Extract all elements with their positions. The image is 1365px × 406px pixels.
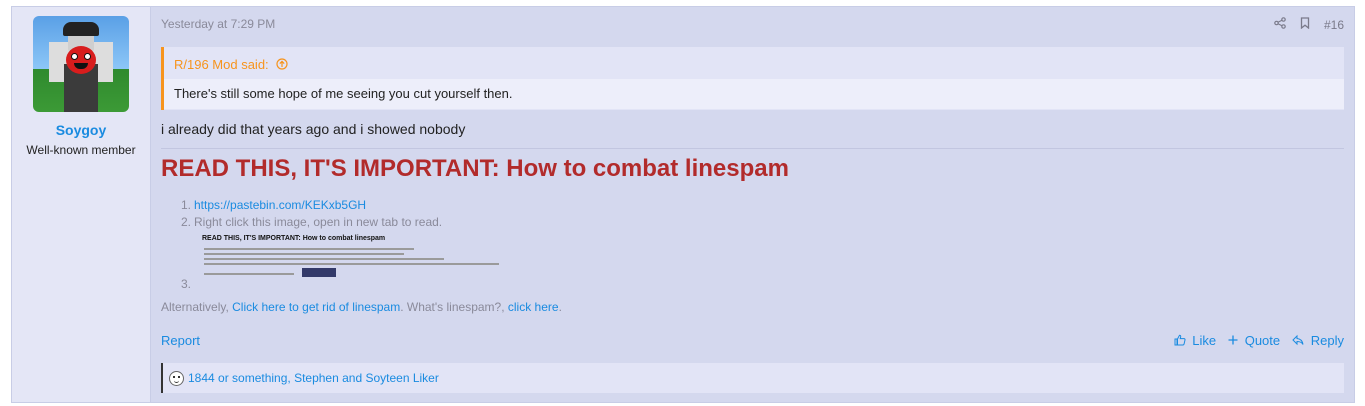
username[interactable]: Soygoy	[56, 122, 107, 138]
message-actions: Like Quote Reply	[1174, 333, 1344, 348]
image-button	[302, 268, 336, 277]
image-text-line	[204, 263, 499, 265]
share-icon[interactable]	[1274, 17, 1286, 32]
page: Soygoy Well-known member Yesterday at 7:…	[0, 0, 1365, 406]
list-item: 2. Right click this image, open in new ta…	[175, 215, 442, 232]
like-button[interactable]: Like	[1174, 333, 1216, 348]
signature-image-title: READ THIS, IT'S IMPORTANT: How to combat…	[202, 235, 386, 242]
user-title: Well-known member	[26, 143, 136, 157]
signature-image[interactable]: READ THIS, IT'S IMPORTANT: How to combat…	[202, 235, 502, 281]
reply-button[interactable]: Reply	[1292, 333, 1344, 348]
image-text-line	[204, 253, 404, 255]
message-main: Yesterday at 7:29 PM #16 R/196 Mod said:	[151, 7, 1354, 402]
signature-divider	[161, 148, 1344, 149]
avatar-hat	[63, 22, 99, 36]
bookmark-icon[interactable]	[1300, 17, 1310, 32]
user-column: Soygoy Well-known member	[12, 7, 151, 402]
quote-button[interactable]: Quote	[1228, 333, 1280, 348]
attribution-actions: #16	[1274, 17, 1344, 32]
reaction-face-icon	[169, 370, 184, 386]
report-button[interactable]: Report	[161, 333, 200, 348]
arrow-up-circle-icon[interactable]	[276, 57, 288, 72]
avatar-apple	[66, 46, 96, 74]
plus-icon	[1228, 333, 1242, 348]
image-text-line	[204, 258, 444, 260]
message-post: Soygoy Well-known member Yesterday at 7:…	[11, 6, 1355, 403]
reactions-list[interactable]: 1844 or something, Stephen and Soyteen L…	[188, 371, 439, 385]
message-attribution: Yesterday at 7:29 PM #16	[161, 17, 1344, 32]
quote-author: R/196 Mod said:	[174, 57, 269, 72]
list-number: 1.	[180, 198, 191, 212]
alt-prefix: Alternatively,	[161, 300, 233, 314]
alt-suffix: .	[558, 300, 562, 314]
message-body: i already did that years ago and i showe…	[161, 121, 466, 137]
signature-title: READ THIS, IT'S IMPORTANT: How to combat…	[161, 155, 789, 182]
alternative-line: Alternatively, Click here to get rid of …	[161, 300, 562, 314]
image-text-line	[204, 273, 294, 275]
reply-icon	[1292, 333, 1308, 348]
quote-header[interactable]: R/196 Mod said:	[164, 47, 1344, 79]
post-timestamp[interactable]: Yesterday at 7:29 PM	[161, 17, 275, 31]
reactions-bar: 1844 or something, Stephen and Soyteen L…	[161, 363, 1344, 393]
like-label: Like	[1192, 333, 1217, 348]
pastebin-link[interactable]: https://pastebin.com/KEKxb5GH	[194, 198, 366, 212]
list-item: 1. https://pastebin.com/KEKxb5GH	[175, 198, 442, 215]
what-is-linespam-link[interactable]: click here	[508, 300, 559, 314]
alt-middle: . What's linespam?,	[400, 300, 508, 314]
quote-block: R/196 Mod said: There's still some hope …	[161, 47, 1344, 110]
reply-label: Reply	[1310, 333, 1344, 348]
avatar-eye	[84, 53, 91, 60]
remove-linespam-link[interactable]: Click here to get rid of linespam	[232, 300, 400, 314]
avatar[interactable]	[33, 16, 129, 112]
image-text-line	[204, 248, 414, 250]
list-number: 2.	[180, 215, 191, 229]
list-number: 3.	[180, 277, 191, 291]
avatar-eye	[71, 53, 78, 60]
quote-label: Quote	[1244, 333, 1281, 348]
thumbs-up-icon	[1174, 333, 1190, 348]
instruction-text: Right click this image, open in new tab …	[194, 215, 443, 229]
quote-content: There's still some hope of me seeing you…	[164, 79, 1344, 109]
post-number[interactable]: #16	[1324, 18, 1344, 32]
